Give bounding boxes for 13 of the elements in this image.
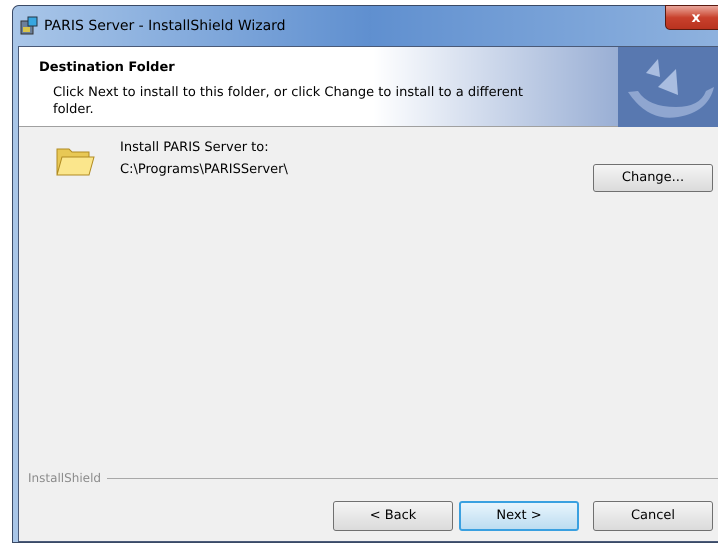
page-title: Destination Folder: [39, 59, 176, 77]
page-description: Click Next to install to this folder, or click Change to install to a different folder.: [52, 84, 524, 118]
installshield-label: InstallShield: [28, 470, 102, 487]
install-location-label: Install PARIS Server to:: [120, 139, 270, 157]
install-path: C:\Programs\PARISServer\: [120, 161, 288, 179]
wizard-button[interactable]: Cancel: [593, 501, 713, 531]
window-title: PARIS Server - InstallShield Wizard: [44, 16, 286, 36]
close-button[interactable]: x: [665, 5, 718, 30]
wizard-button[interactable]: Next >: [459, 501, 579, 531]
change-button[interactable]: Change...: [593, 164, 713, 192]
wizard-button[interactable]: < Back: [333, 501, 453, 531]
installer-icon: [19, 16, 39, 36]
swirl-logo-icon: [618, 47, 718, 127]
